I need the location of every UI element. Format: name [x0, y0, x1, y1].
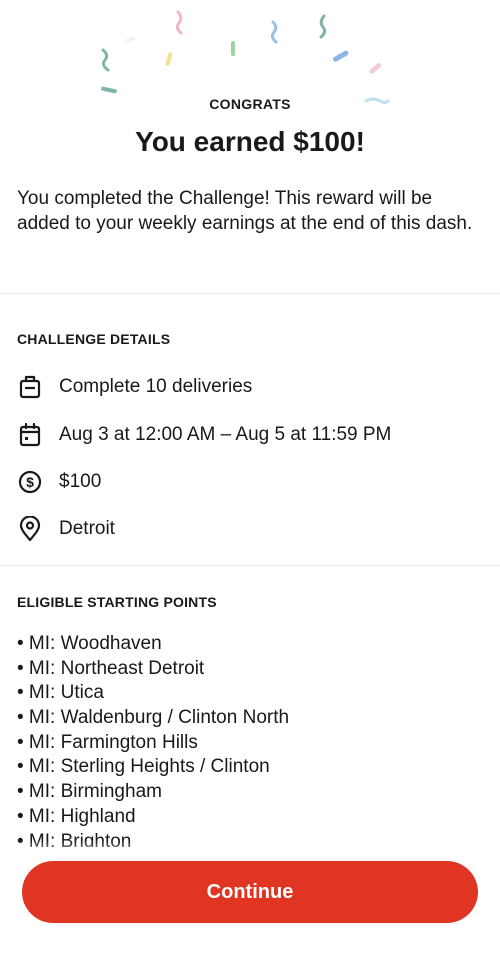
detail-dates: Aug 3 at 12:00 AM – Aug 5 at 11:59 PM [17, 420, 487, 450]
svg-text:$: $ [26, 474, 34, 490]
detail-text: Complete 10 deliveries [59, 376, 253, 397]
divider [0, 565, 500, 566]
detail-reward: $ $100 [17, 467, 487, 497]
starting-points-list[interactable]: • MI: Woodhaven • MI: Northeast Detroit … [17, 632, 487, 847]
detail-text: $100 [59, 471, 102, 492]
detail-deliveries: Complete 10 deliveries [17, 372, 487, 402]
list-item: • MI: Sterling Heights / Clinton [17, 756, 270, 778]
list-item: • MI: Highland [17, 805, 136, 827]
list-item: • MI: Farmington Hills [17, 731, 198, 753]
reward-title: You earned $100! [135, 126, 365, 157]
list-item: • MI: Woodhaven [17, 633, 162, 654]
detail-text: Aug 3 at 12:00 AM – Aug 5 at 11:59 PM [59, 424, 392, 445]
list-item: • MI: Northeast Detroit [17, 657, 205, 679]
continue-button[interactable]: Continue [22, 861, 478, 923]
list-item: • MI: Utica [17, 682, 104, 704]
reward-description: You completed the Challenge! This reward… [17, 188, 473, 234]
divider [0, 293, 500, 294]
location-pin-icon [17, 516, 43, 542]
list-item: • MI: Birmingham [17, 781, 162, 803]
delivery-bag-icon [17, 374, 43, 400]
list-item: • MI: Waldenburg / Clinton North [17, 707, 290, 729]
detail-text: Detroit [59, 518, 115, 539]
detail-location: Detroit [17, 514, 487, 544]
starting-points-heading: ELIGIBLE STARTING POINTS [17, 594, 217, 610]
challenge-details-heading: CHALLENGE DETAILS [17, 331, 171, 347]
congrats-label: CONGRATS [209, 96, 291, 112]
calendar-icon [17, 422, 43, 448]
dollar-circle-icon: $ [17, 469, 43, 495]
